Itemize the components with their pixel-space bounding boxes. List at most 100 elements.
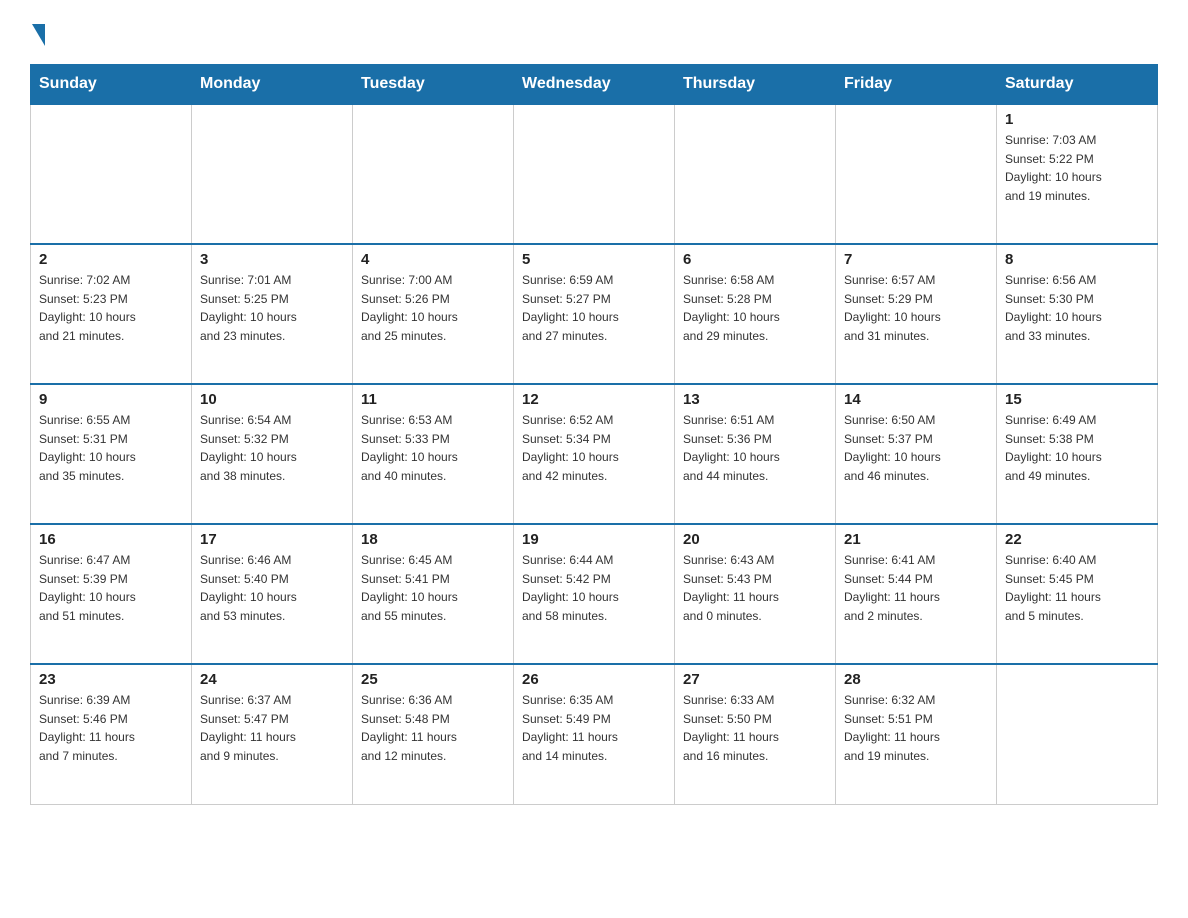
calendar-cell: 25 Sunrise: 6:36 AM Sunset: 5:48 PM Dayli… <box>353 664 514 804</box>
day-info: Sunrise: 6:47 AM Sunset: 5:39 PM Dayligh… <box>39 551 183 625</box>
day-number: 7 <box>844 251 988 268</box>
day-number: 18 <box>361 531 505 548</box>
day-info: Sunrise: 6:53 AM Sunset: 5:33 PM Dayligh… <box>361 411 505 485</box>
calendar-cell: 21 Sunrise: 6:41 AM Sunset: 5:44 PM Dayli… <box>836 524 997 664</box>
weekday-header-row: SundayMondayTuesdayWednesdayThursdayFrid… <box>31 65 1158 105</box>
day-info: Sunrise: 6:56 AM Sunset: 5:30 PM Dayligh… <box>1005 271 1149 345</box>
day-info: Sunrise: 6:57 AM Sunset: 5:29 PM Dayligh… <box>844 271 988 345</box>
logo-triangle-icon <box>32 24 45 46</box>
calendar-cell: 23Sunrise: 6:39 AM Sunset: 5:46 PM Dayli… <box>31 664 192 804</box>
calendar-week-4: 16 Sunrise: 6:47 AM Sunset: 5:39 PM Dayli… <box>31 524 1158 664</box>
calendar-cell: 7 Sunrise: 6:57 AM Sunset: 5:29 PM Daylig… <box>836 244 997 384</box>
day-number: 10 <box>200 391 344 408</box>
day-info: Sunrise: 6:36 AM Sunset: 5:48 PM Dayligh… <box>361 691 505 765</box>
calendar-week-5: 23Sunrise: 6:39 AM Sunset: 5:46 PM Dayli… <box>31 664 1158 804</box>
weekday-header-thursday: Thursday <box>675 65 836 105</box>
day-number: 1 <box>1005 111 1149 128</box>
calendar-cell: 11 Sunrise: 6:53 AM Sunset: 5:33 PM Dayli… <box>353 384 514 524</box>
day-info: Sunrise: 6:33 AM Sunset: 5:50 PM Dayligh… <box>683 691 827 765</box>
calendar-cell: 10 Sunrise: 6:54 AM Sunset: 5:32 PM Dayli… <box>192 384 353 524</box>
calendar-cell: 27 Sunrise: 6:33 AM Sunset: 5:50 PM Dayli… <box>675 664 836 804</box>
calendar-week-2: 2Sunrise: 7:02 AM Sunset: 5:23 PM Daylig… <box>31 244 1158 384</box>
day-number: 27 <box>683 671 827 688</box>
calendar-cell <box>192 104 353 244</box>
day-number: 3 <box>200 251 344 268</box>
day-number: 12 <box>522 391 666 408</box>
day-number: 21 <box>844 531 988 548</box>
calendar-cell: 15 Sunrise: 6:49 AM Sunset: 5:38 PM Dayli… <box>997 384 1158 524</box>
calendar-cell: 6 Sunrise: 6:58 AM Sunset: 5:28 PM Daylig… <box>675 244 836 384</box>
day-number: 16 <box>39 531 183 548</box>
day-number: 4 <box>361 251 505 268</box>
day-number: 25 <box>361 671 505 688</box>
day-info: Sunrise: 7:00 AM Sunset: 5:26 PM Dayligh… <box>361 271 505 345</box>
calendar-cell: 18 Sunrise: 6:45 AM Sunset: 5:41 PM Dayli… <box>353 524 514 664</box>
day-info: Sunrise: 6:51 AM Sunset: 5:36 PM Dayligh… <box>683 411 827 485</box>
calendar-cell <box>997 664 1158 804</box>
day-info: Sunrise: 6:40 AM Sunset: 5:45 PM Dayligh… <box>1005 551 1149 625</box>
calendar-cell: 3 Sunrise: 7:01 AM Sunset: 5:25 PM Daylig… <box>192 244 353 384</box>
day-number: 23 <box>39 671 183 688</box>
calendar-cell <box>514 104 675 244</box>
calendar-cell: 28 Sunrise: 6:32 AM Sunset: 5:51 PM Dayli… <box>836 664 997 804</box>
day-number: 6 <box>683 251 827 268</box>
calendar-cell <box>31 104 192 244</box>
day-info: Sunrise: 6:54 AM Sunset: 5:32 PM Dayligh… <box>200 411 344 485</box>
day-number: 8 <box>1005 251 1149 268</box>
calendar-cell: 26 Sunrise: 6:35 AM Sunset: 5:49 PM Dayli… <box>514 664 675 804</box>
day-info: Sunrise: 6:32 AM Sunset: 5:51 PM Dayligh… <box>844 691 988 765</box>
day-info: Sunrise: 6:50 AM Sunset: 5:37 PM Dayligh… <box>844 411 988 485</box>
day-number: 14 <box>844 391 988 408</box>
day-info: Sunrise: 6:59 AM Sunset: 5:27 PM Dayligh… <box>522 271 666 345</box>
calendar-table: SundayMondayTuesdayWednesdayThursdayFrid… <box>30 64 1158 805</box>
calendar-cell <box>353 104 514 244</box>
day-info: Sunrise: 6:35 AM Sunset: 5:49 PM Dayligh… <box>522 691 666 765</box>
day-number: 9 <box>39 391 183 408</box>
calendar-cell: 5 Sunrise: 6:59 AM Sunset: 5:27 PM Daylig… <box>514 244 675 384</box>
page-header <box>30 20 1158 46</box>
calendar-cell: 24 Sunrise: 6:37 AM Sunset: 5:47 PM Dayli… <box>192 664 353 804</box>
calendar-week-3: 9 Sunrise: 6:55 AM Sunset: 5:31 PM Daylig… <box>31 384 1158 524</box>
calendar-cell: 17Sunrise: 6:46 AM Sunset: 5:40 PM Dayli… <box>192 524 353 664</box>
day-info: Sunrise: 6:43 AM Sunset: 5:43 PM Dayligh… <box>683 551 827 625</box>
calendar-cell: 1Sunrise: 7:03 AM Sunset: 5:22 PM Daylig… <box>997 104 1158 244</box>
day-number: 15 <box>1005 391 1149 408</box>
calendar-cell: 4 Sunrise: 7:00 AM Sunset: 5:26 PM Daylig… <box>353 244 514 384</box>
day-number: 19 <box>522 531 666 548</box>
calendar-cell: 16 Sunrise: 6:47 AM Sunset: 5:39 PM Dayli… <box>31 524 192 664</box>
day-number: 5 <box>522 251 666 268</box>
calendar-cell: 12 Sunrise: 6:52 AM Sunset: 5:34 PM Dayli… <box>514 384 675 524</box>
weekday-header-saturday: Saturday <box>997 65 1158 105</box>
calendar-week-1: 1Sunrise: 7:03 AM Sunset: 5:22 PM Daylig… <box>31 104 1158 244</box>
day-info: Sunrise: 6:37 AM Sunset: 5:47 PM Dayligh… <box>200 691 344 765</box>
calendar-cell: 14 Sunrise: 6:50 AM Sunset: 5:37 PM Dayli… <box>836 384 997 524</box>
calendar-cell: 8 Sunrise: 6:56 AM Sunset: 5:30 PM Daylig… <box>997 244 1158 384</box>
weekday-header-friday: Friday <box>836 65 997 105</box>
day-info: Sunrise: 6:45 AM Sunset: 5:41 PM Dayligh… <box>361 551 505 625</box>
day-info: Sunrise: 6:52 AM Sunset: 5:34 PM Dayligh… <box>522 411 666 485</box>
day-info: Sunrise: 6:44 AM Sunset: 5:42 PM Dayligh… <box>522 551 666 625</box>
day-info: Sunrise: 6:55 AM Sunset: 5:31 PM Dayligh… <box>39 411 183 485</box>
day-number: 11 <box>361 391 505 408</box>
weekday-header-monday: Monday <box>192 65 353 105</box>
day-number: 22 <box>1005 531 1149 548</box>
day-number: 28 <box>844 671 988 688</box>
calendar-cell: 22 Sunrise: 6:40 AM Sunset: 5:45 PM Dayli… <box>997 524 1158 664</box>
calendar-cell <box>675 104 836 244</box>
day-info: Sunrise: 7:02 AM Sunset: 5:23 PM Dayligh… <box>39 271 183 345</box>
logo <box>30 20 45 46</box>
day-info: Sunrise: 6:49 AM Sunset: 5:38 PM Dayligh… <box>1005 411 1149 485</box>
calendar-cell <box>836 104 997 244</box>
day-number: 17 <box>200 531 344 548</box>
day-info: Sunrise: 6:41 AM Sunset: 5:44 PM Dayligh… <box>844 551 988 625</box>
day-number: 24 <box>200 671 344 688</box>
day-info: Sunrise: 6:58 AM Sunset: 5:28 PM Dayligh… <box>683 271 827 345</box>
day-number: 20 <box>683 531 827 548</box>
day-info: Sunrise: 7:01 AM Sunset: 5:25 PM Dayligh… <box>200 271 344 345</box>
calendar-cell: 13Sunrise: 6:51 AM Sunset: 5:36 PM Dayli… <box>675 384 836 524</box>
calendar-cell: 19 Sunrise: 6:44 AM Sunset: 5:42 PM Dayli… <box>514 524 675 664</box>
calendar-cell: 2Sunrise: 7:02 AM Sunset: 5:23 PM Daylig… <box>31 244 192 384</box>
day-number: 26 <box>522 671 666 688</box>
calendar-cell: 20 Sunrise: 6:43 AM Sunset: 5:43 PM Dayli… <box>675 524 836 664</box>
weekday-header-tuesday: Tuesday <box>353 65 514 105</box>
